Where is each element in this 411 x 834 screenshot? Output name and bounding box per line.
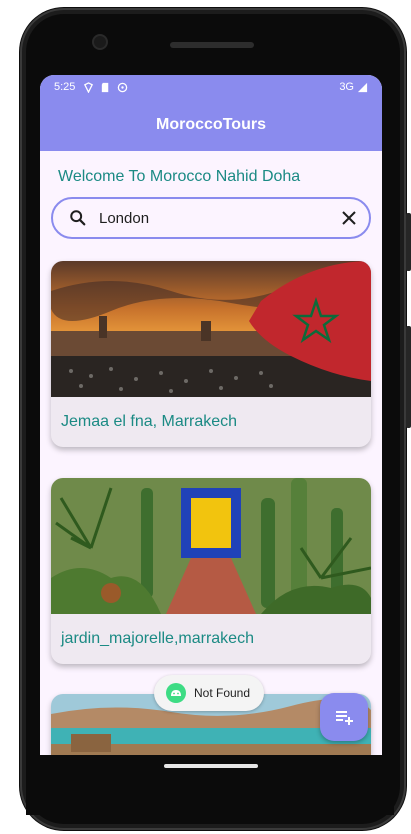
place-image-jardin-majorelle bbox=[51, 478, 371, 614]
search-bar[interactable]: London bbox=[51, 197, 371, 239]
place-image-jemaa-el-fna bbox=[51, 261, 371, 397]
jardin-majorelle-photo bbox=[51, 478, 371, 614]
signal-icon bbox=[357, 82, 368, 92]
app-screen: 5:25 3G MoroccoTours Welcome To Morocco … bbox=[40, 75, 382, 755]
home-gesture-handle[interactable] bbox=[164, 764, 258, 768]
volume-button bbox=[406, 213, 411, 271]
search-input[interactable]: London bbox=[99, 210, 341, 227]
app-title: MoroccoTours bbox=[156, 116, 266, 133]
earpiece-speaker bbox=[170, 42, 254, 48]
place-caption: jardin_majorelle,marrakech bbox=[61, 630, 254, 647]
sync-icon bbox=[118, 82, 128, 92]
android-icon bbox=[166, 683, 186, 703]
welcome-text: Welcome To Morocco Nahid Doha bbox=[58, 168, 301, 185]
place-caption: Jemaa el fna, Marrakech bbox=[61, 413, 238, 430]
status-bar: 5:25 3G bbox=[40, 75, 382, 99]
sd-card-icon bbox=[102, 82, 109, 92]
toast-message: Not Found bbox=[154, 675, 265, 711]
search-icon[interactable] bbox=[69, 209, 87, 227]
power-button bbox=[406, 326, 411, 428]
playlist-add-icon bbox=[336, 711, 353, 725]
network-type: 3G bbox=[339, 81, 354, 93]
front-camera bbox=[94, 36, 106, 48]
close-icon[interactable] bbox=[341, 210, 357, 226]
location-icon bbox=[84, 81, 94, 93]
status-right: 3G bbox=[339, 81, 368, 93]
status-time: 5:25 bbox=[54, 81, 76, 93]
toast-text: Not Found bbox=[194, 686, 251, 700]
place-card[interactable]: Jemaa el fna, Marrakech bbox=[51, 261, 371, 447]
add-to-list-button[interactable] bbox=[320, 693, 368, 741]
jemaa-el-fna-photo bbox=[51, 261, 371, 397]
place-card[interactable]: jardin_majorelle,marrakech bbox=[51, 478, 371, 664]
app-bar: MoroccoTours bbox=[40, 99, 382, 151]
